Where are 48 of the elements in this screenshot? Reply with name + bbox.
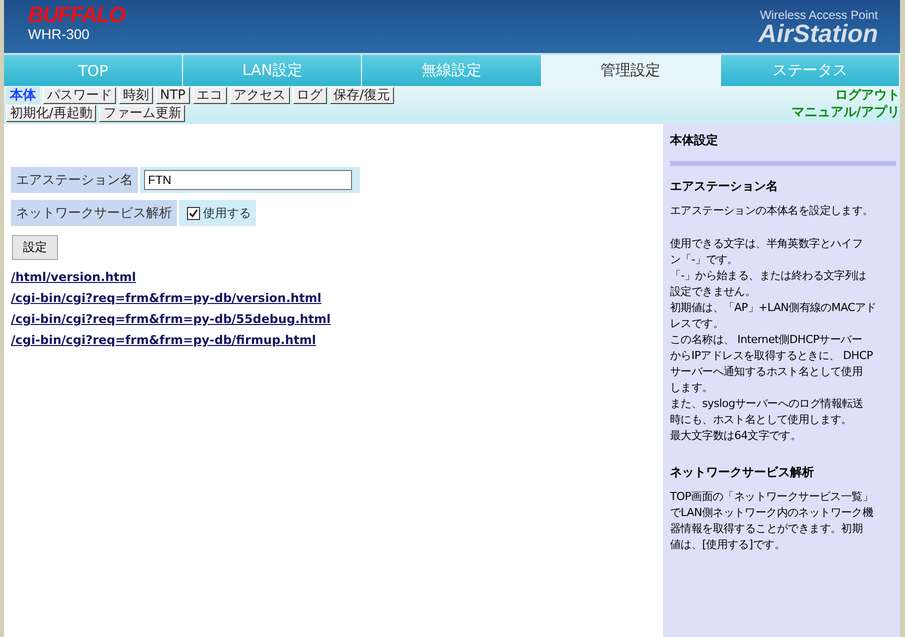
sub-tab[interactable]: 保存/復元	[330, 87, 394, 104]
page-link[interactable]: /html/version.html	[11, 270, 136, 284]
product-name: AirStation	[758, 22, 878, 46]
submit-button[interactable]: 設定	[12, 235, 58, 260]
checkbox[interactable]	[187, 206, 200, 220]
help-text: します。	[670, 380, 714, 396]
help-text: 設定できません。	[670, 284, 757, 300]
help-text: この名称は、 Internet側DHCPサーバー	[670, 332, 864, 348]
sub-tab[interactable]: ファーム更新	[99, 105, 186, 122]
sub-tab[interactable]: 本体	[6, 87, 40, 104]
help-text: 初期値は、「AP」+LAN側有線のMACアド	[670, 300, 878, 316]
help-text: 使用できる文字は、半角英数字とハイフ	[670, 236, 864, 252]
help-text: からIPアドレスを取得するときに、 DHCP	[670, 348, 874, 364]
brand-logo: BUFFALO	[28, 4, 125, 26]
sub-tab[interactable]: 初期化/再起動	[6, 105, 96, 122]
help-text: TOP画面の「ネットワークサービス一覧」	[670, 489, 874, 505]
help-text: 器情報を取得することができます。初期	[670, 521, 864, 537]
help-text: でLAN側ネットワーク内のネットワーク機	[670, 505, 874, 521]
help-text: レスです。	[670, 316, 725, 332]
help-text: 「-」から始まる、または終わる文字列は	[670, 268, 868, 284]
help-text: また、syslogサーバーへのログ情報転送	[670, 396, 864, 412]
help-text: ン「-」です。	[670, 252, 739, 268]
header-link[interactable]: ログアウト	[835, 87, 900, 104]
sub-tab[interactable]: NTP	[156, 87, 190, 104]
station-name-field[interactable]: FTN	[144, 170, 352, 190]
help-heading: ネットワークサービス解析	[670, 464, 815, 481]
nav-tab[interactable]: 管理設定	[542, 55, 721, 86]
page-link[interactable]: /cgi-bin/cgi?req=frm&frm=py-db/firmup.html	[11, 333, 316, 347]
sub-tab[interactable]: ログ	[292, 87, 327, 104]
help-heading: エアステーション名	[670, 178, 779, 195]
sub-tab[interactable]: エコ	[192, 87, 227, 104]
help-text: 値は、[使用する]です。	[670, 537, 786, 553]
page-link[interactable]: /cgi-bin/cgi?req=frm&frm=py-db/version.html	[11, 291, 322, 305]
checkbox-label: 使用する	[203, 204, 251, 222]
model-name: WHR-300	[28, 26, 90, 42]
sub-tab[interactable]: 時刻	[119, 87, 153, 104]
sub-tab[interactable]: パスワード	[43, 87, 116, 104]
product-caption: Wireless Access Point	[760, 8, 878, 22]
help-text: 時にも、ホスト名として使用します。	[670, 412, 853, 428]
field-label: エアステーション名	[11, 167, 138, 193]
field-label: ネットワークサービス解析	[11, 200, 177, 226]
help-title: 本体設定	[670, 132, 719, 149]
header-link[interactable]: マニュアル/アプリ	[791, 104, 900, 121]
help-text: エアステーションの本体名を設定します。	[670, 203, 874, 219]
sub-tab[interactable]: アクセス	[230, 87, 290, 104]
help-text: 最大文字数は64文字です。	[670, 428, 802, 444]
help-text: サーバーへ通知するホスト名として使用	[670, 364, 864, 380]
page-link[interactable]: /cgi-bin/cgi?req=frm&frm=py-db/55debug.html	[11, 312, 331, 326]
